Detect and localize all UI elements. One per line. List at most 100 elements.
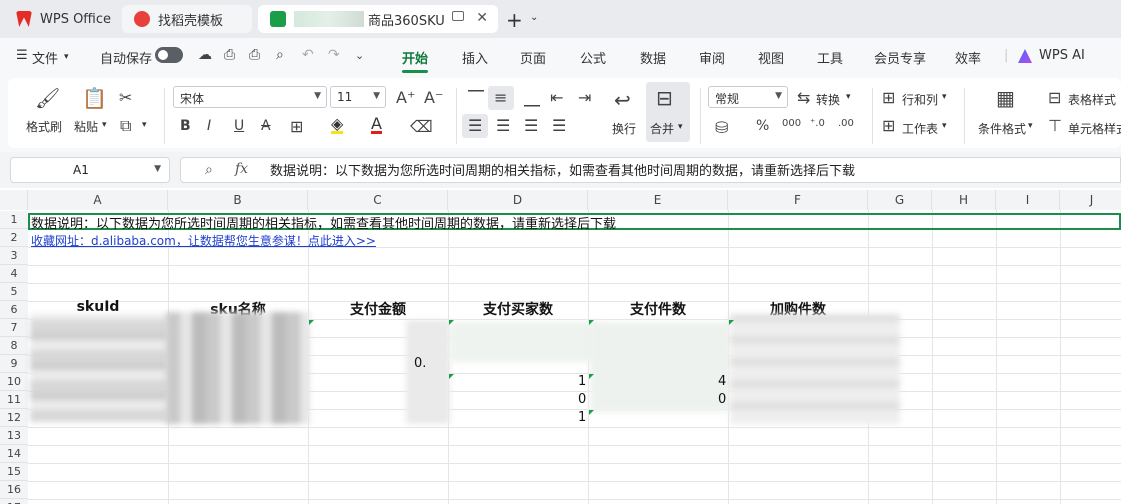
wrap-text-icon[interactable]: ↩ xyxy=(614,88,631,112)
column-header-i[interactable]: I xyxy=(996,190,1060,210)
print-preview-icon[interactable]: ⌕ xyxy=(276,47,284,63)
print-icon[interactable]: ⎙ xyxy=(249,47,260,63)
table-style-icon[interactable]: ⊟ xyxy=(1048,88,1061,107)
indent-increase-icon[interactable]: ⇥ xyxy=(578,88,591,107)
cell-style-button[interactable]: 单元格样式 xyxy=(1068,120,1121,137)
align-bottom-icon[interactable]: ⎽ xyxy=(524,88,540,108)
zoom-icon[interactable]: ⌕ xyxy=(205,162,213,178)
column-header-c[interactable]: C xyxy=(308,190,448,210)
row-header-8[interactable]: 8 xyxy=(0,337,28,355)
worksheet-icon[interactable]: ⊞ xyxy=(882,116,895,135)
menu-item-page[interactable]: 页面 xyxy=(520,48,546,67)
convert-button[interactable]: 转换 xyxy=(816,91,840,108)
align-left-button[interactable]: ☰ xyxy=(462,114,488,138)
fx-icon[interactable]: fx xyxy=(235,161,248,177)
menu-item-formula[interactable]: 公式 xyxy=(580,48,606,67)
chevron-down-icon[interactable]: ▾ xyxy=(846,92,851,102)
thousands-icon[interactable]: 000 xyxy=(782,118,801,129)
table-style-button[interactable]: 表格样式 xyxy=(1068,91,1116,108)
row-header-3[interactable]: 3 xyxy=(0,247,28,265)
row-header-11[interactable]: 11 xyxy=(0,391,28,409)
column-header-a[interactable]: A xyxy=(28,190,168,210)
chevron-down-icon[interactable]: ▾ xyxy=(64,52,69,62)
wrap-text-button[interactable]: 换行 xyxy=(612,120,636,137)
row-header-13[interactable]: 13 xyxy=(0,427,28,445)
underline-icon[interactable]: U xyxy=(234,118,244,134)
cloud-icon[interactable]: ☁ xyxy=(198,47,212,63)
new-tab-icon[interactable]: + xyxy=(506,8,523,32)
menu-item-insert[interactable]: 插入 xyxy=(462,48,488,67)
increase-font-icon[interactable]: A⁺ xyxy=(396,88,415,107)
hamburger-icon[interactable]: ☰ xyxy=(16,48,28,63)
worksheet-button[interactable]: 工作表 xyxy=(902,120,938,137)
spreadsheet-grid[interactable]: A B C D E F G H I J 1 2 3 4 5 6 7 8 9 10… xyxy=(0,188,1121,504)
menu-item-tools[interactable]: 工具 xyxy=(817,48,843,67)
header-pay-items[interactable]: 支付件数 xyxy=(588,299,728,319)
row-header-17[interactable]: 17 xyxy=(0,499,28,504)
copy-icon[interactable]: ⧉ xyxy=(120,116,131,136)
select-all-corner[interactable] xyxy=(0,190,28,210)
font-name-select[interactable]: 宋体 ▼ xyxy=(173,86,327,108)
cell-d11[interactable]: 0 xyxy=(578,392,586,407)
header-sku-id[interactable]: skuId xyxy=(28,299,168,315)
chevron-down-icon[interactable]: ▾ xyxy=(942,121,947,131)
cell-d10[interactable]: 1 xyxy=(578,374,586,389)
font-color-icon[interactable]: A xyxy=(371,116,382,134)
menu-item-data[interactable]: 数据 xyxy=(640,48,666,67)
menu-item-view[interactable]: 视图 xyxy=(758,48,784,67)
cell-e11[interactable]: 0 xyxy=(718,392,726,407)
align-right-icon[interactable]: ☰ xyxy=(524,116,538,135)
header-pay-amount[interactable]: 支付金额 xyxy=(308,299,448,319)
tab-spreadsheet[interactable]: 商品360SKU ✕ xyxy=(258,5,498,33)
cell-a1[interactable]: 数据说明：以下数据为您所选时间周期的相关指标，如需查看其他时间周期的数据，请重新… xyxy=(31,213,616,232)
increase-decimal-icon[interactable]: ⁺.0 xyxy=(810,118,825,129)
column-header-j[interactable]: J xyxy=(1060,190,1121,210)
chevron-down-icon[interactable]: ⌄ xyxy=(530,12,538,23)
row-col-button[interactable]: 行和列 xyxy=(902,91,938,108)
redo-icon[interactable]: ↷ xyxy=(328,47,340,63)
row-header-4[interactable]: 4 xyxy=(0,265,28,283)
template-icon[interactable]: ⎙ xyxy=(224,47,235,63)
row-header-2[interactable]: 2 xyxy=(0,229,28,247)
row-col-icon[interactable]: ⊞ xyxy=(882,88,895,107)
align-middle-button[interactable]: ≡ xyxy=(488,86,514,110)
bold-icon[interactable]: B xyxy=(180,118,191,134)
menu-item-member[interactable]: 会员专享 xyxy=(874,48,926,67)
menu-file[interactable]: 文件 xyxy=(32,48,58,67)
column-header-e[interactable]: E xyxy=(588,190,728,210)
conditional-format-button[interactable]: 条件格式 xyxy=(978,120,1026,137)
clear-format-icon[interactable]: ⌫ xyxy=(410,117,433,136)
chevron-down-icon[interactable]: ▾ xyxy=(1028,121,1033,131)
cell-d12[interactable]: 1 xyxy=(578,410,586,425)
row-header-16[interactable]: 16 xyxy=(0,481,28,499)
align-center-icon[interactable]: ☰ xyxy=(496,116,510,135)
format-painter-button[interactable]: 格式刷 xyxy=(26,118,62,135)
column-header-h[interactable]: H xyxy=(932,190,996,210)
row-header-7[interactable]: 7 xyxy=(0,319,28,337)
row-header-14[interactable]: 14 xyxy=(0,445,28,463)
cell-style-icon[interactable]: ⊤ xyxy=(1048,116,1062,135)
menu-item-review[interactable]: 审阅 xyxy=(699,48,725,67)
column-header-b[interactable]: B xyxy=(168,190,308,210)
name-box[interactable]: A1 ▼ xyxy=(10,157,170,183)
autosave-toggle[interactable] xyxy=(155,47,183,63)
decrease-font-icon[interactable]: A⁻ xyxy=(424,88,443,107)
header-pay-buyers[interactable]: 支付买家数 xyxy=(448,299,588,319)
close-tab-icon[interactable]: ✕ xyxy=(476,10,488,26)
chevron-down-icon[interactable]: ▾ xyxy=(142,120,147,130)
menu-item-wps-ai[interactable]: WPS AI xyxy=(1039,48,1085,63)
tab-wps-office[interactable]: WPS Office xyxy=(4,5,116,33)
conditional-format-icon[interactable]: ▦ xyxy=(996,86,1015,110)
row-header-9[interactable]: 9 xyxy=(0,355,28,373)
column-header-g[interactable]: G xyxy=(868,190,932,210)
undo-icon[interactable]: ↶ xyxy=(302,47,314,63)
align-top-icon[interactable]: ⎺ xyxy=(468,88,484,108)
tab-docer-templates[interactable]: 找稻壳模板 xyxy=(122,5,252,33)
strikethrough-icon[interactable]: A xyxy=(261,118,271,134)
decrease-decimal-icon[interactable]: .00 xyxy=(838,118,854,129)
border-icon[interactable]: ⊞ xyxy=(290,117,303,136)
menu-item-efficiency[interactable]: 效率 xyxy=(955,48,981,67)
cut-icon[interactable]: ✂ xyxy=(119,88,132,107)
more-icon[interactable]: ⌄ xyxy=(355,49,364,62)
font-size-select[interactable]: 11 ▼ xyxy=(330,86,386,108)
